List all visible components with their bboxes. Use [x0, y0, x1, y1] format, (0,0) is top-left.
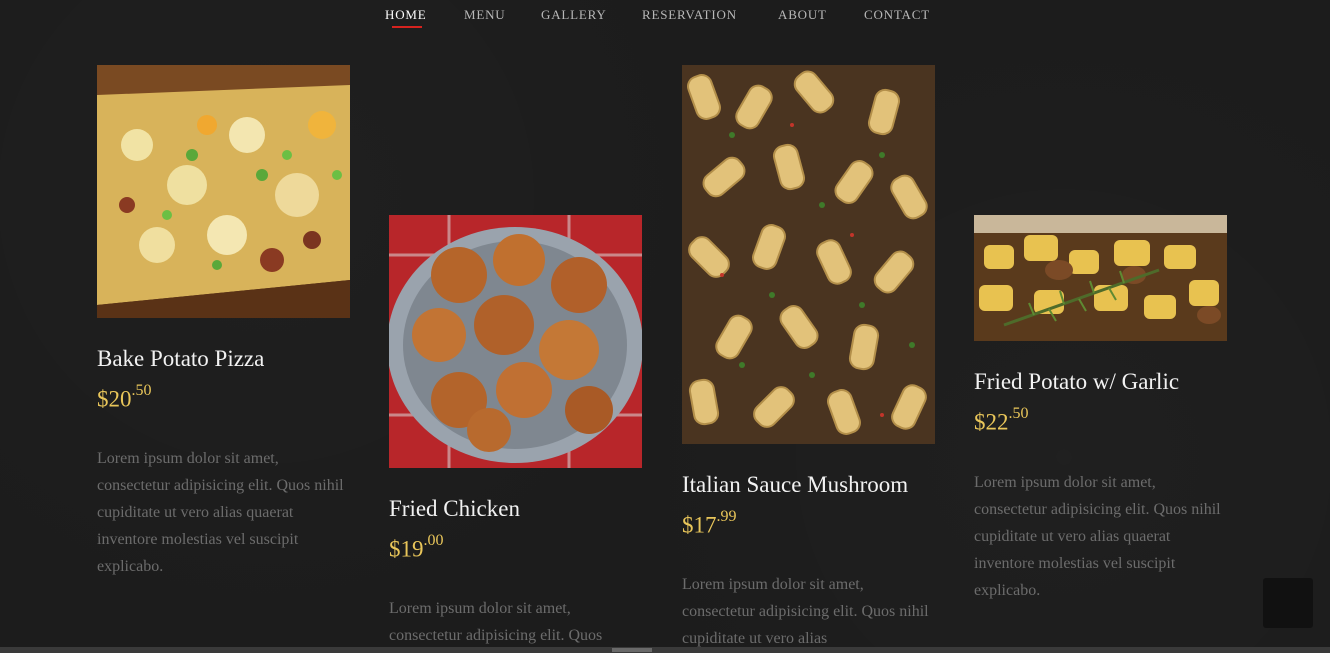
dish-name: Italian Sauce Mushroom: [682, 472, 909, 497]
dish-price: $19.00: [389, 532, 444, 562]
nav-about-link[interactable]: ABOUT: [778, 7, 827, 23]
dish-name: Fried Chicken: [389, 496, 520, 521]
nav-reservation-link[interactable]: RESERVATION: [642, 7, 737, 23]
dish-description: Lorem ipsum dolor sit amet, consectetur …: [974, 474, 1221, 599]
dish-description: Lorem ipsum dolor sit amet, consectetur …: [682, 576, 929, 647]
dish-name: Fried Potato w/ Garlic: [974, 369, 1180, 394]
horizontal-scrollbar[interactable]: [0, 647, 1330, 653]
back-to-top-button[interactable]: [1263, 578, 1313, 628]
scrollbar-thumb[interactable]: [612, 648, 652, 652]
dish-image-pasta[interactable]: [682, 65, 935, 444]
dish-image-pizza[interactable]: [97, 65, 350, 318]
nav-home-link[interactable]: HOME: [385, 7, 426, 23]
dish-price: $17.99: [682, 508, 737, 538]
nav-contact-link[interactable]: CONTACT: [864, 7, 930, 23]
dish-description: Lorem ipsum dolor sit amet, consectetur …: [97, 450, 344, 575]
dish-price: $20.50: [97, 382, 152, 412]
dish-description: Lorem ipsum dolor sit amet, consectetur …: [389, 600, 603, 644]
dish-image-chicken[interactable]: [389, 215, 642, 468]
main-navigation: HOME MENU GALLERY RESERVATION ABOUT CONT…: [0, 0, 1330, 30]
dish-image-potato[interactable]: [974, 215, 1227, 341]
nav-menu-link[interactable]: MENU: [464, 7, 505, 23]
dish-price: $22.50: [974, 405, 1029, 435]
dish-name: Bake Potato Pizza: [97, 346, 265, 371]
nav-gallery-link[interactable]: GALLERY: [541, 7, 607, 23]
active-nav-indicator: [392, 26, 422, 28]
